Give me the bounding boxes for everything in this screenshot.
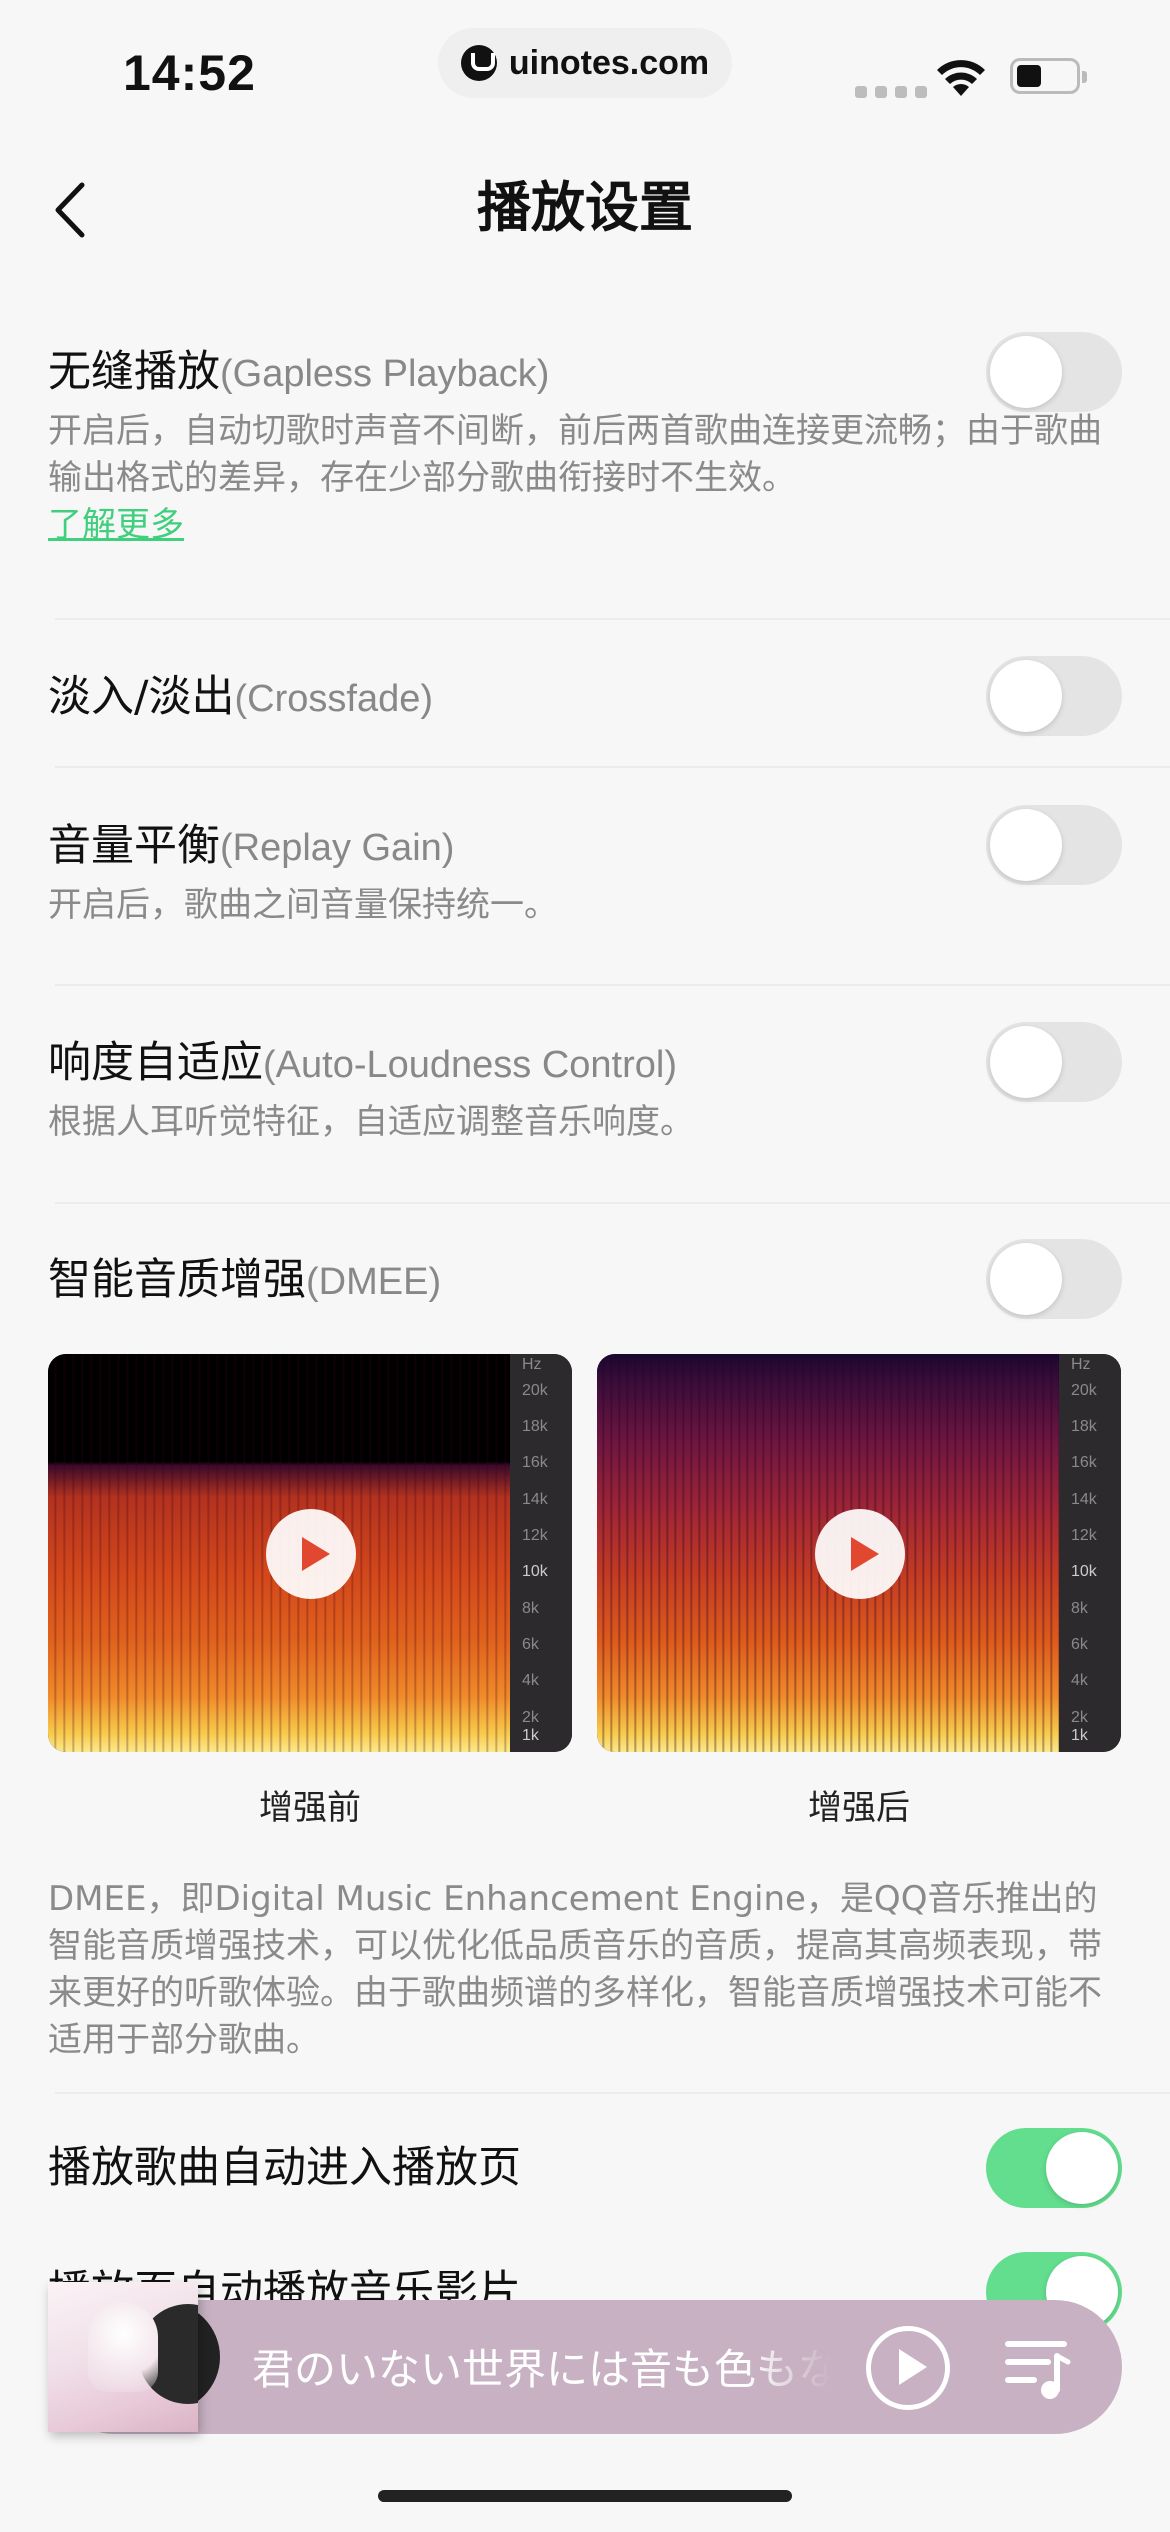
learn-more-link[interactable]: 了解更多: [48, 502, 184, 549]
divider: [55, 618, 1170, 620]
page-title: 播放设置: [477, 176, 693, 239]
setting-auto-enter-player: 播放歌曲自动进入播放页: [48, 2138, 1122, 2198]
cellular-signal-icon: [855, 86, 927, 98]
playlist-icon[interactable]: [1004, 2336, 1074, 2402]
setting-dmee: 智能音质增强(DMEE): [48, 1250, 1122, 1312]
frequency-axis: Hz 20k 18k 16k 14k 12k 10k 8k 6k 4k 2k 1…: [510, 1354, 572, 1752]
after-caption: 增强后: [808, 1788, 910, 1828]
play-sample-button[interactable]: [815, 1509, 905, 1599]
setting-title: 响度自适应(Auto-Loudness Control): [48, 1038, 677, 1088]
spectrogram-after[interactable]: Hz 20k 18k 16k 14k 12k 10k 8k 6k 4k 2k 1…: [597, 1354, 1121, 1752]
status-time: 14:52: [123, 45, 256, 101]
setting-title: 播放歌曲自动进入播放页: [48, 2143, 521, 2193]
crossfade-toggle[interactable]: [986, 656, 1122, 736]
divider: [55, 2092, 1170, 2094]
gapless-playback-toggle[interactable]: [986, 332, 1122, 412]
setting-auto-loudness: 响度自适应(Auto-Loudness Control) 根据人耳听觉特征，自适…: [48, 1033, 1122, 1146]
divider: [55, 1202, 1170, 1204]
divider: [55, 984, 1170, 986]
setting-description: 开启后，歌曲之间音量保持统一。: [48, 885, 558, 925]
setting-description: 根据人耳听觉特征，自适应调整音乐响度。: [48, 1102, 694, 1142]
now-playing-title[interactable]: 君のいない世界には音も色もない: [252, 2336, 832, 2397]
setting-title: 无缝播放(Gapless Playback): [48, 347, 550, 397]
home-indicator[interactable]: [378, 2490, 792, 2502]
dmee-description-block: DMEE，即Digital Music Enhancement Engine，是…: [48, 1872, 1122, 2064]
album-art[interactable]: [48, 2282, 198, 2432]
dmee-toggle[interactable]: [986, 1239, 1122, 1319]
setting-title: 淡入/淡出(Crossfade): [48, 672, 433, 722]
replay-gain-toggle[interactable]: [986, 805, 1122, 885]
setting-description: 开启后，自动切歌时声音不间断，前后两首歌曲连接更流畅；由于歌曲输出格式的差异，存…: [48, 411, 1102, 498]
before-caption: 增强前: [259, 1788, 361, 1828]
auto-enter-player-toggle[interactable]: [986, 2128, 1122, 2208]
url-text: uinotes.com: [508, 43, 710, 82]
setting-title: 智能音质增强(DMEE): [48, 1255, 442, 1305]
auto-loudness-toggle[interactable]: [986, 1022, 1122, 1102]
setting-title: 音量平衡(Replay Gain): [48, 821, 455, 871]
url-pill: uinotes.com: [438, 28, 732, 98]
status-bar: 14:52 uinotes.com: [0, 0, 1170, 140]
setting-crossfade: 淡入/淡出(Crossfade): [48, 667, 1122, 729]
battery-icon: [1010, 58, 1087, 94]
setting-description: DMEE，即Digital Music Enhancement Engine，是…: [48, 1879, 1102, 2060]
frequency-axis: Hz 20k 18k 16k 14k 12k 10k 8k 6k 4k 2k 1…: [1059, 1354, 1121, 1752]
setting-gapless-playback: 无缝播放(Gapless Playback) 开启后，自动切歌时声音不间断，前后…: [48, 342, 1122, 549]
play-sample-button[interactable]: [266, 1509, 356, 1599]
spectrogram-before[interactable]: Hz 20k 18k 16k 14k 12k 10k 8k 6k 4k 2k 1…: [48, 1354, 572, 1752]
setting-replay-gain: 音量平衡(Replay Gain) 开启后，歌曲之间音量保持统一。: [48, 816, 1122, 929]
site-logo-icon: [460, 45, 497, 81]
divider: [55, 766, 1170, 768]
play-icon[interactable]: [866, 2326, 950, 2410]
wifi-icon: [937, 60, 985, 96]
